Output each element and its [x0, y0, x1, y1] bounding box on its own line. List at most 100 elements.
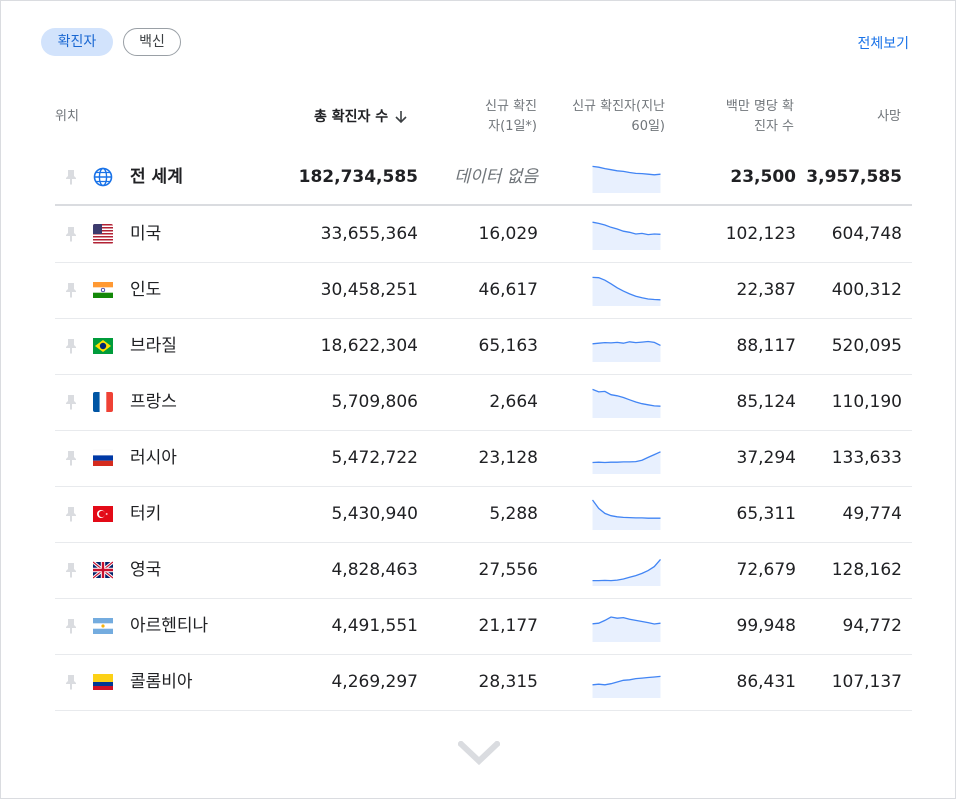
header-per-million-line1: 백만 명당 확: [725, 99, 794, 114]
deaths-value: 94,772: [842, 616, 902, 636]
trend-sparkline: [592, 276, 661, 306]
pin-icon[interactable]: [65, 506, 77, 522]
new-cases-value: 16,029: [478, 224, 538, 244]
deaths-value: 107,137: [831, 672, 902, 692]
covid-stats-panel: 확진자 백신 전체보기 위치 총 확진자 수 신규 확진 자(1일*) 신규 확…: [0, 0, 956, 799]
table-row[interactable]: 인도 30,458,251 46,617 22,387 400,312: [55, 262, 912, 319]
per-million-value: 102,123: [725, 224, 796, 244]
header-new-cases-line1: 신규 확진: [485, 99, 537, 114]
table-row[interactable]: 러시아 5,472,722 23,128 37,294 133,633: [55, 430, 912, 487]
location-name: 미국: [130, 224, 162, 244]
header-new-cases-line2: 자(1일*): [488, 119, 537, 134]
uk-flag-icon: [93, 560, 113, 580]
new-cases-value: 5,288: [489, 504, 538, 524]
trend-area: [592, 277, 661, 306]
trend-area: [592, 500, 661, 530]
trend-sparkline: [592, 616, 661, 642]
new-cases-value: 28,315: [478, 672, 538, 692]
table-row[interactable]: 영국 4,828,463 27,556 72,679 128,162: [55, 542, 912, 599]
table-row[interactable]: 미국 33,655,364 16,029 102,123 604,748: [55, 206, 912, 263]
sort-down-arrow-icon: [395, 111, 407, 124]
us-flag-icon: [93, 224, 113, 244]
trend-sparkline: [592, 499, 661, 530]
india-flag-icon: [93, 280, 113, 300]
trend-area: [592, 166, 661, 193]
location-name: 러시아: [130, 448, 177, 468]
trend-area: [592, 389, 661, 418]
location-name: 전 세계: [130, 167, 183, 187]
pin-icon[interactable]: [65, 562, 77, 578]
location-name: 아르헨티나: [130, 616, 209, 636]
pin-icon[interactable]: [65, 450, 77, 466]
header-deaths: 사망: [877, 109, 901, 124]
trend-sparkline: [592, 451, 661, 474]
pin-icon[interactable]: [65, 282, 77, 298]
france-flag-icon: [93, 392, 113, 412]
trend-sparkline: [592, 675, 661, 698]
pin-icon[interactable]: [65, 674, 77, 690]
header-location: 위치: [55, 109, 79, 124]
location-name: 영국: [130, 560, 162, 580]
colombia-flag-icon: [93, 672, 113, 692]
new-cases-value: 46,617: [478, 280, 538, 300]
pin-icon[interactable]: [65, 394, 77, 410]
per-million-value: 86,431: [736, 672, 796, 692]
location-name: 인도: [130, 280, 162, 300]
header-trend: 신규 확진자(지난 60일): [572, 97, 665, 137]
header-trend-line2: 60일): [631, 119, 665, 134]
expand-more-chevron-icon[interactable]: [458, 741, 500, 765]
deaths-value: 400,312: [831, 280, 902, 300]
brazil-flag-icon: [93, 336, 113, 356]
header-trend-line1: 신규 확진자(지난: [572, 99, 665, 114]
deaths-value: 128,162: [831, 560, 902, 580]
total-cases-value: 182,734,585: [298, 167, 418, 187]
deaths-value: 520,095: [831, 336, 902, 356]
new-cases-value: 23,128: [478, 448, 538, 468]
per-million-value: 65,311: [736, 504, 796, 524]
deaths-value: 3,957,585: [806, 167, 902, 187]
filter-chip-vaccine[interactable]: 백신: [123, 28, 181, 56]
trend-sparkline: [592, 558, 661, 586]
trend-area: [592, 559, 661, 586]
total-cases-value: 5,472,722: [331, 448, 418, 468]
per-million-value: 37,294: [736, 448, 796, 468]
pin-icon[interactable]: [65, 338, 77, 354]
per-million-value: 72,679: [736, 560, 796, 580]
total-cases-value: 30,458,251: [320, 280, 418, 300]
deaths-value: 604,748: [831, 224, 902, 244]
table-row[interactable]: 터키 5,430,940 5,288 65,311 49,774: [55, 486, 912, 543]
filter-chip-cases[interactable]: 확진자: [41, 28, 113, 56]
table-row[interactable]: 브라질 18,622,304 65,163 88,117 520,095: [55, 318, 912, 375]
total-cases-value: 33,655,364: [320, 224, 418, 244]
total-cases-value: 5,709,806: [331, 392, 418, 412]
header-per-million-line2: 진자 수: [753, 119, 794, 134]
per-million-value: 99,948: [736, 616, 796, 636]
table-row[interactable]: 프랑스 5,709,806 2,664 85,124 110,190: [55, 374, 912, 431]
trend-area: [592, 222, 661, 250]
per-million-value: 88,117: [736, 336, 796, 356]
table-row[interactable]: 콜롬비아 4,269,297 28,315 86,431 107,137: [55, 654, 912, 711]
world-row[interactable]: 전 세계 182,734,585 데이터 없음 23,500 3,957,585: [55, 149, 912, 206]
trend-sparkline: [592, 340, 661, 362]
table-row[interactable]: 아르헨티나 4,491,551 21,177 99,948 94,772: [55, 598, 912, 655]
view-all-link[interactable]: 전체보기: [857, 33, 909, 53]
header-total-cases[interactable]: 총 확진자 수: [314, 107, 408, 127]
location-name: 터키: [130, 504, 162, 524]
header-total-cases-label: 총 확진자 수: [314, 109, 389, 125]
deaths-value: 110,190: [831, 392, 902, 412]
location-name: 브라질: [130, 336, 177, 356]
pin-icon[interactable]: [65, 226, 77, 242]
deaths-value: 49,774: [842, 504, 902, 524]
argentina-flag-icon: [93, 616, 113, 636]
pin-icon[interactable]: [65, 169, 77, 185]
russia-flag-icon: [93, 448, 113, 468]
deaths-value: 133,633: [831, 448, 902, 468]
pin-icon[interactable]: [65, 618, 77, 634]
trend-sparkline: [592, 165, 661, 193]
total-cases-value: 18,622,304: [320, 336, 418, 356]
new-cases-value: 65,163: [478, 336, 538, 356]
new-cases-value: 21,177: [478, 616, 538, 636]
header-per-million: 백만 명당 확 진자 수: [726, 97, 794, 137]
total-cases-value: 5,430,940: [331, 504, 418, 524]
per-million-value: 22,387: [736, 280, 796, 300]
